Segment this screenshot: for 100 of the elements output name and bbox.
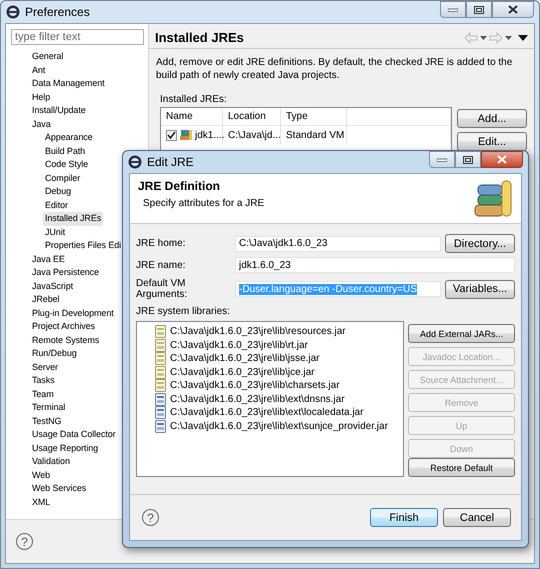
view-menu-icon[interactable] [518, 34, 528, 40]
field-label: Default VM Arguments: [136, 278, 188, 300]
page-button[interactable]: Edit... [457, 132, 527, 151]
jar-icon [155, 420, 166, 433]
list-item[interactable]: C:\Java\jdk1.6.0_23\jre\lib\resources.jar [170, 326, 346, 338]
dialog-button[interactable]: Cancel [443, 508, 511, 527]
tree-item[interactable]: Terminal [30, 401, 68, 414]
tree-item[interactable]: XML [30, 496, 52, 509]
caret-icon[interactable] [505, 36, 512, 40]
books-icon [473, 179, 513, 219]
app-icon [128, 155, 142, 169]
minimize-icon [448, 8, 458, 12]
jar-icon [155, 406, 166, 420]
list-item[interactable]: C:\Java\jdk1.6.0_23\jre\lib\rt.jar [170, 340, 308, 351]
jar-icon [155, 392, 166, 406]
tree-item[interactable]: Web Services [30, 482, 88, 496]
minimize-button[interactable] [429, 151, 455, 168]
tree-item[interactable]: Plug-in Development [30, 306, 116, 320]
field-button[interactable]: Variables... [445, 280, 515, 298]
list-label: JRE system libraries: [136, 306, 231, 317]
tree-item[interactable]: Tasks [30, 374, 57, 388]
page-button[interactable]: Add... [457, 109, 527, 128]
tree-item[interactable]: JUnit [43, 226, 68, 239]
field-label: JRE home: [136, 238, 186, 249]
maximize-icon [463, 156, 473, 164]
description-text: Add, remove or edit JRE definitions. By default, the checked JRE is added to the build path of newly created Java projects. [156, 56, 514, 82]
tree-item[interactable]: TestNG [30, 414, 64, 428]
jar-icon [155, 366, 166, 379]
tree-item[interactable]: Help [30, 90, 52, 104]
field-label: JRE name: [136, 260, 186, 270]
list-item[interactable]: C:\Java\jdk1.6.0_23\jre\lib\jce.jar [170, 366, 315, 378]
caret-icon[interactable] [480, 36, 487, 40]
tree-item[interactable]: Java [30, 118, 53, 131]
tree-item[interactable]: Web [30, 468, 52, 482]
jar-icon [155, 325, 166, 338]
list-item[interactable]: C:\Java\jdk1.6.0_23\jre\lib\ext\dnsns.jar [170, 394, 345, 405]
dialog-title: Edit JRE [147, 155, 194, 169]
table-label: Installed JREs: [160, 94, 228, 105]
column-header[interactable]: Location [223, 108, 281, 125]
tree-item[interactable]: Editor [43, 198, 70, 212]
jar-icon [155, 352, 166, 366]
tree-item[interactable]: Properties Files Edi [43, 239, 124, 252]
tree-item[interactable]: Usage Reporting [30, 442, 100, 455]
tree-item[interactable]: Data Management [30, 77, 107, 90]
page-title: Installed JREs [155, 30, 244, 45]
tree-item[interactable]: Server [30, 360, 60, 374]
tree-item[interactable]: Remote Systems [30, 334, 102, 347]
close-button[interactable] [481, 151, 523, 168]
tree-item[interactable]: Install/Update [30, 104, 88, 118]
tree-item[interactable]: Java Persistence [30, 266, 101, 280]
tree-item[interactable]: Validation [30, 455, 72, 468]
dialog-button[interactable]: Finish [370, 508, 438, 527]
tree-item[interactable]: Ant [30, 64, 48, 77]
filter-field[interactable]: type filter text [11, 29, 144, 45]
tree-item[interactable]: JavaScript [30, 280, 76, 293]
jar-icon [155, 379, 166, 392]
text-field[interactable]: jdk1.6.0_23 [235, 257, 515, 273]
help-icon[interactable]: ? [142, 509, 159, 526]
tree-item[interactable]: Build Path [43, 144, 88, 158]
table-cell: Standard VM [281, 126, 347, 144]
tree-item[interactable]: Project Archives [30, 320, 97, 334]
table-cell: C:\Java\jd... [223, 126, 281, 144]
tree-item[interactable]: Compiler [43, 172, 82, 185]
tree-item[interactable]: Java EE [30, 252, 67, 266]
minimize-icon [437, 158, 447, 162]
minimize-button[interactable] [440, 1, 466, 18]
window-title: Preferences [25, 5, 90, 19]
tree-item[interactable]: Run/Debug [30, 347, 79, 360]
header-title: JRE Definition [138, 179, 222, 193]
tree-item[interactable]: Usage Data Collector [30, 428, 118, 442]
check-icon [167, 131, 176, 139]
help-icon[interactable]: ? [16, 533, 33, 550]
tree-item[interactable]: Appearance [43, 131, 95, 144]
tree-item[interactable]: General [30, 50, 66, 64]
tree-item[interactable]: Team [30, 388, 56, 401]
maximize-icon [474, 6, 484, 14]
maximize-button[interactable] [466, 1, 492, 18]
list-button[interactable]: Add External JARs... [408, 324, 515, 343]
column-header[interactable]: Name [161, 108, 223, 125]
list-item[interactable]: C:\Java\jdk1.6.0_23\jre\lib\ext\localedata.jar [170, 407, 364, 418]
books-icon [180, 130, 192, 140]
tree-item[interactable]: Code Style [43, 158, 90, 172]
tree-item[interactable]: JRebel [30, 293, 62, 306]
app-icon [6, 5, 20, 19]
field-button[interactable]: Directory... [445, 234, 515, 253]
list-button[interactable]: Restore Default [408, 458, 515, 477]
close-icon [497, 155, 507, 164]
maximize-button[interactable] [455, 151, 481, 168]
list-item[interactable]: C:\Java\jdk1.6.0_23\jre\lib\charsets.jar [170, 380, 340, 392]
checkbox[interactable] [166, 130, 177, 140]
header-subtitle: Specify attributes for a JRE [143, 198, 264, 209]
tree-item[interactable]: Installed JREs [43, 212, 104, 226]
close-icon [508, 5, 518, 14]
column-header[interactable]: Type [281, 108, 347, 125]
list-item[interactable]: C:\Java\jdk1.6.0_23\jre\lib\jsse.jar [170, 353, 320, 364]
table-cell: jdk1.... [195, 130, 224, 140]
list-item[interactable]: C:\Java\jdk1.6.0_23\jre\lib\ext\sunjce_provider.jar [170, 420, 388, 432]
close-button[interactable] [492, 1, 534, 18]
tree-item[interactable]: Debug [43, 185, 74, 198]
text-field[interactable]: C:\Java\jdk1.6.0_23 [235, 236, 441, 252]
